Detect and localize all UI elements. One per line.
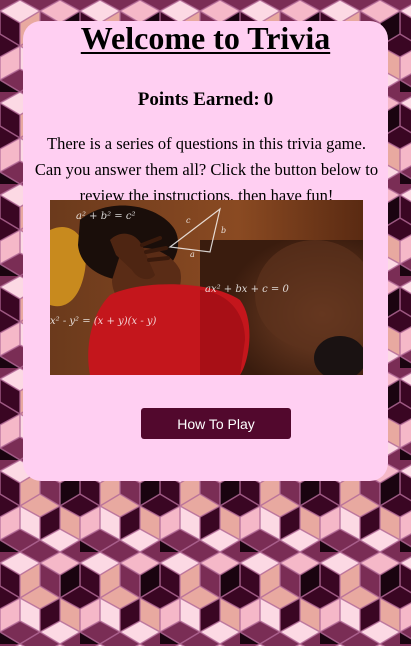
triangle-label-b: b — [221, 226, 226, 235]
equation-quadratic: ax² + bx + c = 0 — [205, 284, 289, 295]
equation-difference-of-squares: x² - y² = (x + y)(x - y) — [50, 316, 157, 327]
triangle-label-c: c — [186, 216, 191, 225]
page-title: Welcome to Trivia — [80, 20, 331, 56]
equation-pythagoras: a² + b² = c² — [76, 211, 135, 222]
points-earned: Points Earned: 0 — [23, 89, 388, 111]
intro-text: There is a series of questions in this t… — [34, 134, 379, 205]
triangle-label-a: a — [190, 250, 195, 259]
how-to-play-button[interactable]: How To Play — [141, 408, 291, 439]
points-label: Points Earned: — [137, 89, 260, 110]
math-meme-image: a² + b² = c² ax² + bx + c = 0 x² - y² = … — [50, 200, 363, 375]
welcome-card: Welcome to Trivia Points Earned: 0 There … — [23, 21, 388, 481]
points-value: 0 — [263, 89, 274, 110]
